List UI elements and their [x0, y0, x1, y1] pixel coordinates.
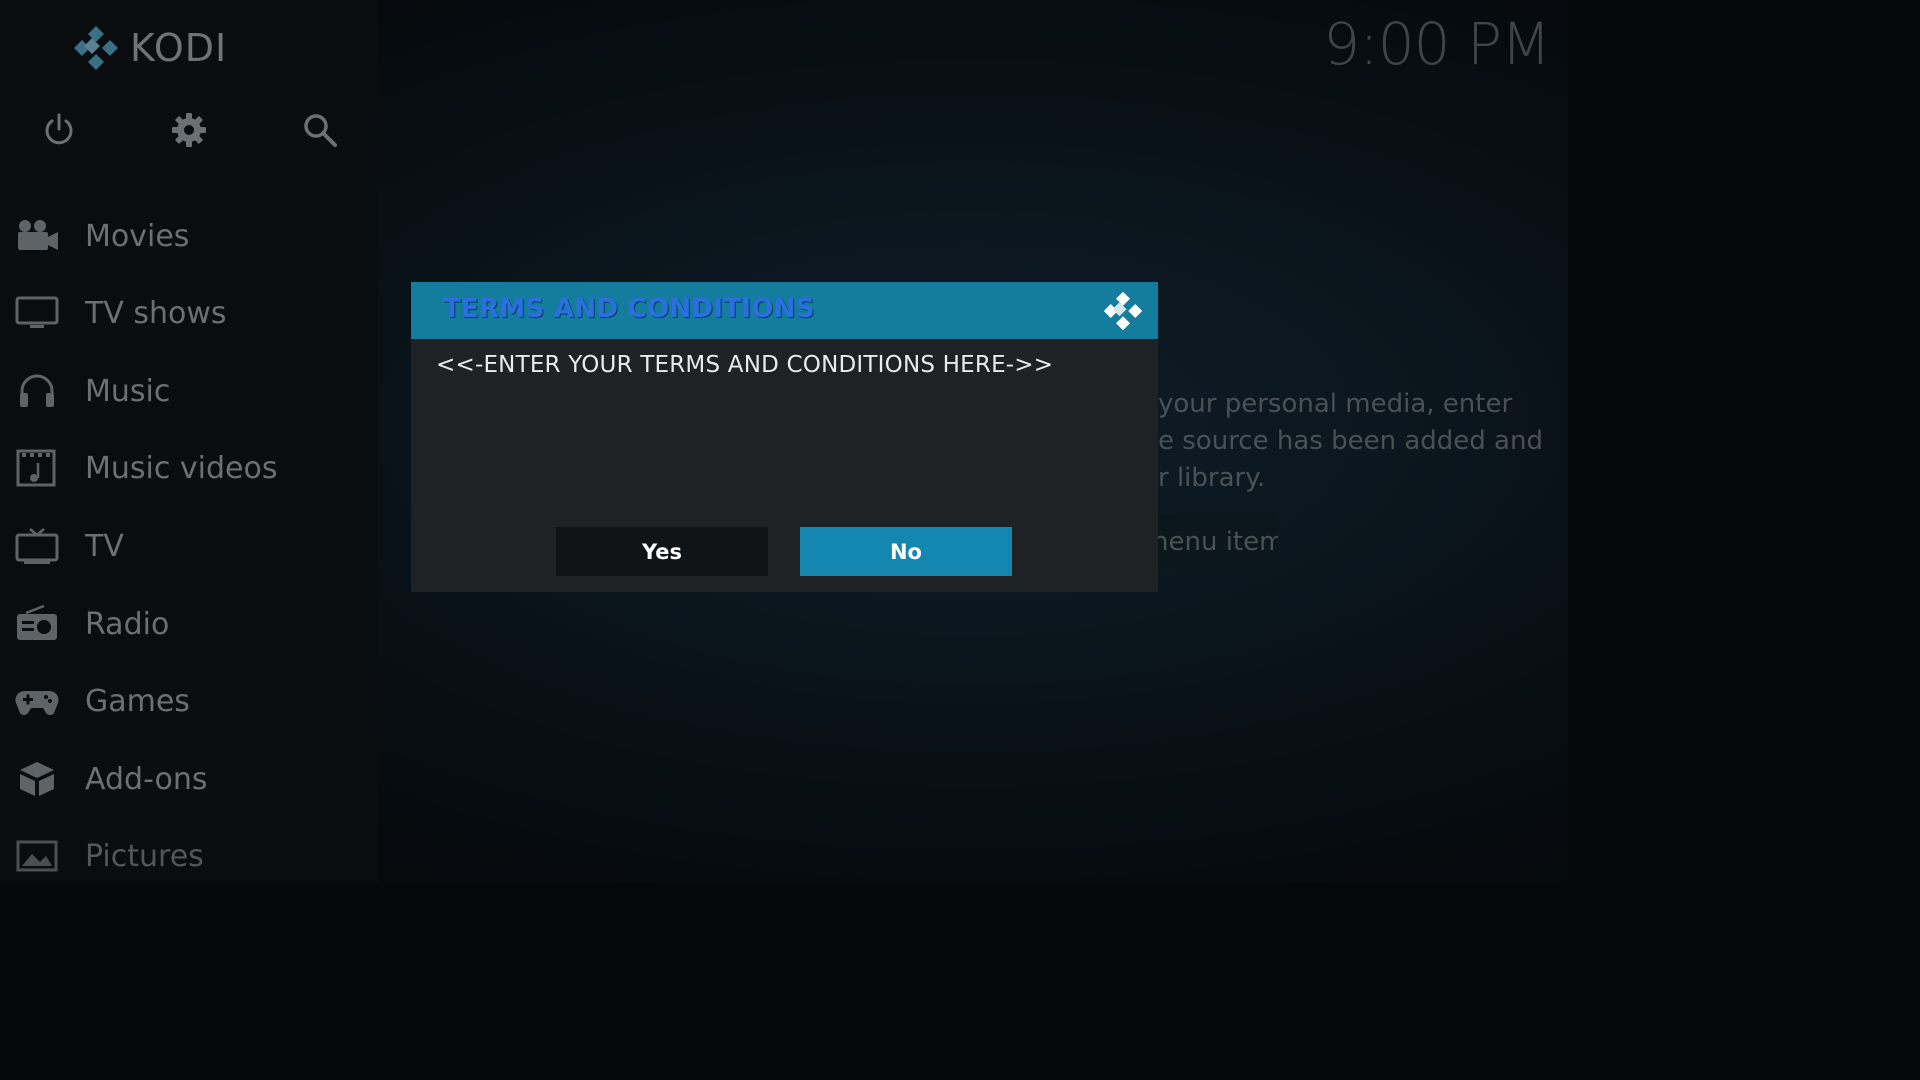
sidebar-item-music[interactable]: Music [0, 361, 378, 421]
no-button-label: No [889, 539, 922, 564]
sidebar-item-music-videos[interactable]: Music videos [0, 438, 378, 498]
sidebar-item-pictures[interactable]: Pictures [0, 826, 378, 886]
kodi-logo-text: KODI [130, 26, 228, 70]
sidebar-item-label: Music videos [85, 450, 278, 486]
sidebar-item-label: Radio [85, 606, 170, 642]
radio-icon [17, 604, 57, 640]
sidebar-item-games[interactable]: Games [0, 671, 378, 731]
dialog-header: TERMS AND CONDITIONS [411, 282, 1158, 339]
sidebar-item-tv[interactable]: TV [0, 516, 378, 576]
tv-icon [15, 528, 59, 564]
sidebar-item-tv-shows[interactable]: TV shows [0, 283, 378, 343]
dialog-title: TERMS AND CONDITIONS [443, 294, 815, 324]
sidebar-item-label: Movies [85, 218, 190, 254]
search-icon[interactable] [302, 112, 338, 148]
sidebar-item-label: TV [85, 528, 124, 564]
sidebar-item-add-ons[interactable]: Add-ons [0, 749, 378, 809]
info-line: e source has been added and [1158, 426, 1543, 456]
movie-camera-icon [18, 220, 58, 250]
power-icon[interactable] [41, 112, 77, 148]
sidebar-item-label: Music [85, 373, 171, 409]
background-info-text: your personal media, enter e source has … [1158, 386, 1558, 497]
no-button[interactable]: No [800, 527, 1012, 576]
kodi-logo-icon [74, 26, 118, 70]
dialog-message: <<-ENTER YOUR TERMS AND CONDITIONS HERE-… [436, 352, 1054, 378]
kodi-logo: KODI [72, 24, 227, 72]
sidebar-item-movies[interactable]: Movies [0, 206, 378, 266]
sidebar: KODI Movies TV shows Music Music videos … [0, 0, 378, 882]
info-line: r library. [1158, 463, 1266, 493]
sidebar-item-label: Games [85, 683, 190, 719]
headphones-icon [20, 374, 54, 407]
music-video-icon [16, 449, 56, 487]
kodi-logo-icon [1103, 291, 1143, 331]
yes-button[interactable]: Yes [556, 527, 768, 576]
sidebar-item-label: Pictures [85, 838, 204, 874]
sidebar-item-label: Add-ons [85, 761, 208, 797]
sidebar-item-label: TV shows [85, 295, 227, 331]
sidebar-item-radio[interactable]: Radio [0, 594, 378, 654]
clock: 9:00 PM [1323, 10, 1551, 78]
terms-dialog: TERMS AND CONDITIONS <<-ENTER YOUR TERMS… [411, 282, 1158, 592]
yes-button-label: Yes [641, 539, 683, 564]
background-menu-button-label: nenu item [1152, 526, 1278, 557]
gear-icon[interactable] [171, 112, 207, 148]
info-line: your personal media, enter [1158, 389, 1513, 419]
gamepad-icon [15, 691, 59, 715]
picture-icon [16, 840, 58, 872]
monitor-icon [15, 296, 59, 328]
addons-box-icon [20, 762, 54, 796]
